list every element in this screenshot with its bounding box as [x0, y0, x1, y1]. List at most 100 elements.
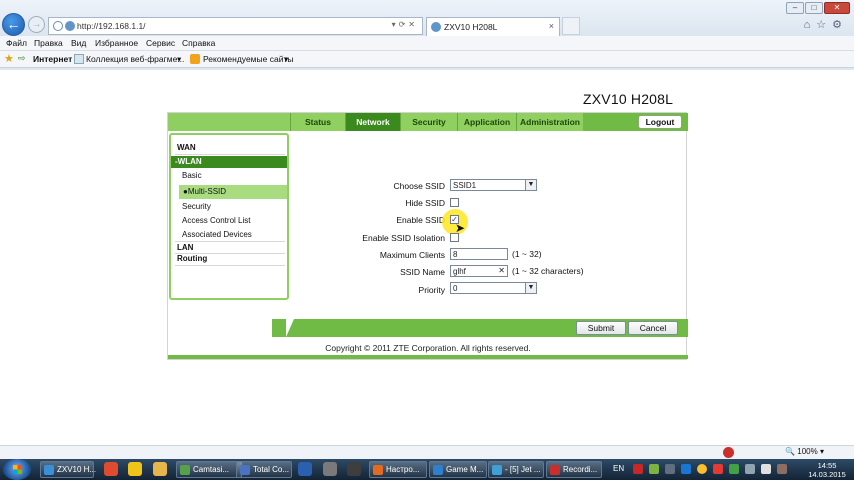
tray-app-icon[interactable] [713, 464, 723, 474]
menu-favorites[interactable]: Избранное [95, 38, 138, 48]
back-button[interactable]: ← [2, 13, 25, 36]
app-icon[interactable] [323, 462, 337, 476]
chrome-icon[interactable] [104, 462, 118, 476]
tab-security[interactable]: Security [400, 113, 457, 131]
add-favorite-icon[interactable]: ⇨ [18, 53, 26, 64]
address-url[interactable]: http://192.168.1.1/ [77, 21, 146, 31]
volume-icon[interactable] [761, 464, 771, 474]
fav-collection-dropdown-icon[interactable]: ▾ [177, 54, 181, 65]
sidebar-item-routing[interactable]: Routing [177, 254, 207, 263]
priority-select[interactable]: 0 ▼ [450, 282, 537, 294]
camtasia-icon [180, 465, 190, 475]
word-icon[interactable] [298, 462, 312, 476]
gear-icon[interactable]: ⚙ [832, 19, 848, 31]
tab-network[interactable]: Network [345, 113, 400, 131]
menu-tools[interactable]: Сервис [146, 38, 175, 48]
cancel-button[interactable]: Cancel [628, 321, 678, 335]
keyboard-icon[interactable] [633, 464, 643, 474]
taskbar-item-label: Camtasi... [193, 465, 230, 474]
taskbar-item-label: Total Co... [253, 465, 290, 474]
address-bar[interactable]: http://192.168.1.1/ ▾⟳✕ [48, 17, 423, 35]
sidebar-item-wlan[interactable]: -WLAN [171, 156, 287, 168]
taskbar-item-label: - [5] Jet ... [505, 465, 541, 474]
router-page: ZXV10 H208L Status Network Security Appl… [0, 70, 854, 445]
sidebar-item-security[interactable]: Security [182, 202, 211, 211]
copyright: Copyright © 2011 ZTE Corporation. All ri… [325, 343, 531, 353]
router-frame: Status Network Security Application Admi… [167, 112, 688, 360]
taskbar-item-settings[interactable]: Настро... [369, 461, 427, 478]
globe-icon [53, 21, 63, 31]
logout-button[interactable]: Logout [638, 115, 682, 129]
menu-bar: Файл Правка Вид Избранное Сервис Справка [0, 36, 854, 51]
tab-administration[interactable]: Administration [516, 113, 583, 131]
model-title: ZXV10 H208L [583, 91, 674, 107]
address-controls[interactable]: ▾⟳✕ [392, 20, 418, 29]
tab-close-icon[interactable]: × [549, 21, 554, 31]
bing-icon [190, 54, 200, 64]
sidebar-item-multi-ssid-label: ●Multi-SSID [183, 187, 227, 196]
hide-ssid-checkbox[interactable] [450, 198, 459, 207]
tray-app-icon[interactable] [681, 464, 691, 474]
ssid-name-hint: (1 ~ 32 characters) [512, 266, 584, 276]
maximum-clients-input[interactable]: 8 [450, 248, 508, 260]
folder-icon[interactable] [153, 462, 167, 476]
clear-icon[interactable]: ✕ [498, 266, 505, 275]
enable-ssid-isolation-checkbox[interactable] [450, 233, 459, 242]
browser-tab[interactable]: ZXV10 H208L × [426, 17, 560, 36]
webslice-icon [74, 54, 84, 64]
menu-edit[interactable]: Правка [34, 38, 63, 48]
sidebar-item-lan[interactable]: LAN [177, 243, 193, 252]
tray-app-icon[interactable] [777, 464, 787, 474]
taskbar-item-jet[interactable]: - [5] Jet ... [488, 461, 544, 478]
fav-recommended[interactable]: Рекомендуемые сайты [203, 54, 293, 64]
favorites-star-icon[interactable]: ☆ [816, 19, 832, 31]
sidebar-item-associated-devices[interactable]: Associated Devices [182, 230, 252, 239]
clock-time: 14:55 [817, 461, 837, 470]
windows-logo-icon [13, 465, 22, 474]
taskbar-item-recording[interactable]: Recordi... [546, 461, 602, 478]
taskbar-item-camtasia[interactable]: Camtasi... [176, 461, 242, 478]
ssid-name-label: SSID Name [400, 267, 445, 277]
home-icon[interactable]: ⌂ [804, 19, 817, 31]
submit-button[interactable]: Submit [576, 321, 626, 335]
tray-app-icon[interactable] [697, 464, 707, 474]
menu-help[interactable]: Справка [182, 38, 215, 48]
clock[interactable]: 14:55 14.03.2015 [805, 461, 849, 479]
start-button[interactable] [3, 459, 31, 480]
menu-view[interactable]: Вид [71, 38, 86, 48]
movie-icon[interactable] [347, 462, 361, 476]
close-button[interactable]: ✕ [824, 2, 850, 14]
tray-app-icon[interactable] [665, 464, 675, 474]
minimize-button[interactable]: – [786, 2, 804, 14]
sidebar-item-wan[interactable]: WAN [177, 143, 196, 152]
sidebar-item-acl[interactable]: Access Control List [182, 216, 250, 225]
tab-application[interactable]: Application [457, 113, 516, 131]
taskbar-item-ie[interactable]: ZXV10 H... [40, 461, 96, 478]
fav-recommended-dropdown-icon[interactable]: ▾ [284, 54, 288, 65]
zoom-value: 100% [797, 447, 818, 456]
fav-collection[interactable]: Коллекция веб-фрагме... [86, 54, 184, 64]
fav-internet[interactable]: Интернет [33, 54, 72, 64]
network-icon[interactable] [745, 464, 755, 474]
choose-ssid-select[interactable]: SSID1 ▼ [450, 179, 537, 191]
media-player-icon[interactable] [128, 462, 142, 476]
menu-file[interactable]: Файл [6, 38, 27, 48]
bottom-line [168, 355, 688, 359]
taskbar-item-game-mode[interactable]: Game M... [429, 461, 487, 478]
chevron-down-icon: ▼ [525, 180, 536, 190]
sidebar-item-basic[interactable]: Basic [182, 171, 202, 180]
tray-app-icon[interactable] [649, 464, 659, 474]
priority-label: Priority [418, 285, 445, 295]
tab-status[interactable]: Status [290, 113, 345, 131]
ssid-name-input[interactable]: glhf ✕ [450, 265, 508, 277]
new-tab-button[interactable] [562, 17, 580, 35]
taskbar-item-label: Recordi... [563, 465, 598, 474]
maximize-button[interactable]: □ [805, 2, 823, 14]
zoom-level[interactable]: 🔍 100% ▾ [785, 447, 824, 456]
favorites-star-icon[interactable]: ★ [4, 52, 14, 65]
language-indicator[interactable]: EN [613, 464, 624, 473]
game-icon [433, 465, 443, 475]
taskbar-item-total-commander[interactable]: Total Co... [236, 461, 292, 478]
forward-button[interactable]: → [28, 16, 45, 33]
tray-app-icon[interactable] [729, 464, 739, 474]
